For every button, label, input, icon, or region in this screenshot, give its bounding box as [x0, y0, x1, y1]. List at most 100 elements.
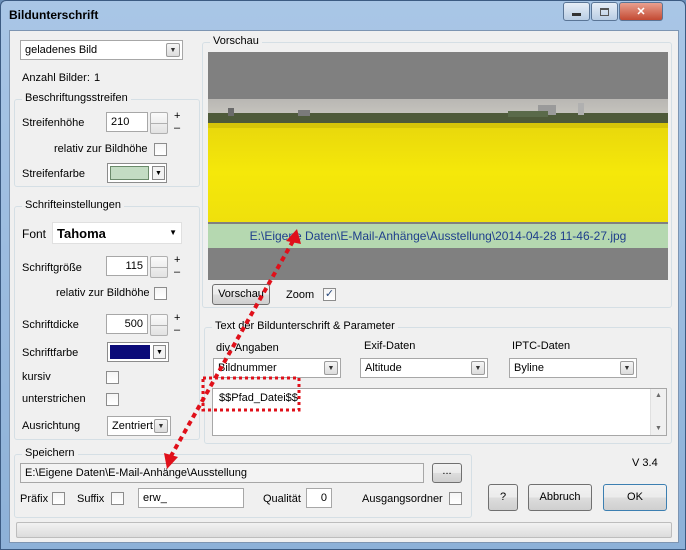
weight-input[interactable]: 500 — [106, 314, 148, 334]
prefix-checkbox[interactable] — [52, 492, 65, 505]
zoom-checkbox[interactable]: ✓ — [323, 288, 336, 301]
output-folder-label: Ausgangsordner — [362, 493, 443, 505]
version-label: V 3.4 — [632, 457, 658, 469]
stripe-height-plus[interactable]: + — [174, 111, 180, 122]
bottom-scrollbar[interactable] — [16, 522, 672, 538]
font-select-value: Tahoma — [57, 226, 106, 241]
minimize-button[interactable] — [563, 2, 590, 21]
relative-height-checkbox[interactable] — [154, 143, 167, 156]
caption-text-scrollbar[interactable]: ▲ ▼ — [650, 389, 666, 435]
underline-checkbox[interactable] — [106, 393, 119, 406]
zoom-check-mark: ✓ — [324, 288, 335, 300]
exif-value: Altitude — [365, 362, 402, 374]
zoom-label: Zoom — [286, 289, 315, 301]
prefix-label: Präfix — [20, 493, 49, 505]
caption-text-area[interactable]: $$Pfad_Datei$$ ▲ ▼ — [212, 388, 667, 436]
misc-info-label: div. Angaben — [216, 342, 279, 354]
weight-plus[interactable]: + — [174, 313, 180, 324]
save-path-value: E:\Eigene Daten\E-Mail-Anhänge\Ausstellu… — [25, 467, 247, 479]
font-label: Font — [22, 227, 47, 241]
font-size-plus[interactable]: + — [174, 255, 180, 266]
font-color-picker[interactable]: ▼ — [107, 342, 169, 362]
source-combo-value: geladenes Bild — [25, 44, 98, 56]
image-count-label: Anzahl Bilder: — [22, 72, 90, 84]
chevron-down-icon[interactable]: ▼ — [153, 345, 166, 359]
relative-font-checkbox[interactable] — [154, 287, 167, 300]
stripe-height-minus[interactable]: – — [174, 123, 180, 134]
alignment-label: Ausrichtung — [22, 420, 81, 432]
exif-combo[interactable]: Altitude ▼ — [360, 358, 488, 378]
restore-button[interactable] — [591, 2, 618, 21]
source-combo[interactable]: geladenes Bild ▼ — [20, 40, 183, 60]
font-size-spinner[interactable] — [150, 256, 168, 278]
weight-label: Schriftdicke — [22, 319, 79, 331]
cancel-button[interactable]: Abbruch — [528, 484, 592, 511]
font-size-minus[interactable]: – — [174, 267, 180, 278]
title-bar: Bildunterschrift ✕ — [1, 1, 685, 29]
relative-height-label: relativ zur Bildhöhe — [54, 143, 148, 155]
restore-icon — [600, 7, 609, 16]
chevron-down-icon[interactable]: ▼ — [324, 361, 338, 375]
dialog-client: geladenes Bild ▼ Anzahl Bilder: 1 Beschr… — [9, 30, 679, 543]
field-photo — [208, 99, 668, 222]
font-size-input[interactable]: 115 — [106, 256, 148, 276]
caption-text-value: $$Pfad_Datei$$ — [219, 392, 298, 404]
chevron-down-icon[interactable]: ▼ — [169, 228, 177, 237]
font-select[interactable]: Tahoma ▼ — [52, 222, 182, 244]
weight-spinner[interactable] — [150, 314, 168, 336]
scroll-down-icon[interactable]: ▼ — [655, 425, 662, 432]
weight-minus[interactable]: – — [174, 325, 180, 336]
ok-button[interactable]: OK — [603, 484, 667, 511]
suffix-label: Suffix — [77, 493, 105, 505]
chevron-down-icon[interactable]: ▼ — [166, 43, 180, 57]
stripe-color-swatch — [110, 166, 149, 180]
suffix-checkbox[interactable] — [111, 492, 124, 505]
close-button[interactable]: ✕ — [619, 2, 663, 21]
iptc-combo[interactable]: Byline ▼ — [509, 358, 637, 378]
chevron-down-icon[interactable]: ▼ — [152, 166, 165, 180]
alignment-value: Zentriert — [112, 420, 153, 432]
quality-value: 0 — [320, 492, 327, 504]
help-button[interactable]: ? — [488, 484, 518, 511]
underline-label: unterstrichen — [22, 393, 86, 405]
stripe-height-spinner[interactable] — [150, 112, 168, 134]
alignment-combo[interactable]: Zentriert ▼ — [107, 416, 171, 436]
weight-value: 500 — [124, 318, 143, 330]
output-folder-checkbox[interactable] — [449, 492, 462, 505]
preview-button[interactable]: Vorschau — [212, 284, 270, 305]
scroll-up-icon[interactable]: ▲ — [655, 392, 662, 399]
stripe-height-input[interactable]: 210 — [106, 112, 148, 132]
quality-input[interactable]: 0 — [306, 488, 332, 508]
save-group-title: Speichern — [22, 447, 78, 459]
chevron-down-icon[interactable]: ▼ — [471, 361, 485, 375]
exif-label: Exif-Daten — [364, 340, 416, 352]
minimize-icon — [572, 13, 581, 16]
chevron-down-icon[interactable]: ▼ — [620, 361, 634, 375]
stripe-height-value: 210 — [111, 116, 130, 128]
font-group-title: Schrifteinstellungen — [22, 199, 125, 211]
font-size-label: Schriftgröße — [22, 262, 82, 274]
save-path-field[interactable]: E:\Eigene Daten\E-Mail-Anhänge\Ausstellu… — [20, 463, 424, 483]
stripe-group-title: Beschriftungsstreifen — [22, 92, 131, 104]
stripe-height-label: Streifenhöhe — [22, 117, 85, 129]
stripe-color-picker[interactable]: ▼ — [107, 163, 167, 183]
iptc-label: IPTC-Daten — [512, 340, 571, 352]
font-color-swatch — [110, 345, 150, 359]
name-affix-value: erw_ — [143, 492, 167, 504]
caption-text-group-title: Text der Bildunterschrift & Parameter — [212, 320, 398, 332]
preview-group-title: Vorschau — [210, 35, 262, 47]
misc-info-value: Bildnummer — [218, 362, 277, 374]
italic-checkbox[interactable] — [106, 371, 119, 384]
preview-caption: E:\Eigene Daten\E-Mail-Anhänge\Ausstellu… — [208, 224, 668, 248]
name-affix-input[interactable]: erw_ — [138, 488, 244, 508]
preview-canvas: E:\Eigene Daten\E-Mail-Anhänge\Ausstellu… — [208, 52, 668, 280]
chevron-down-icon[interactable]: ▼ — [154, 419, 168, 433]
browse-button[interactable]: ... — [432, 463, 462, 483]
font-size-value: 115 — [125, 260, 143, 272]
stripe-color-label: Streifenfarbe — [22, 168, 85, 180]
font-color-label: Schriftfarbe — [22, 347, 79, 359]
window-title: Bildunterschrift — [9, 8, 99, 22]
misc-info-combo[interactable]: Bildnummer ▼ — [213, 358, 341, 378]
relative-font-label: relativ zur Bildhöhe — [56, 287, 150, 299]
iptc-value: Byline — [514, 362, 544, 374]
